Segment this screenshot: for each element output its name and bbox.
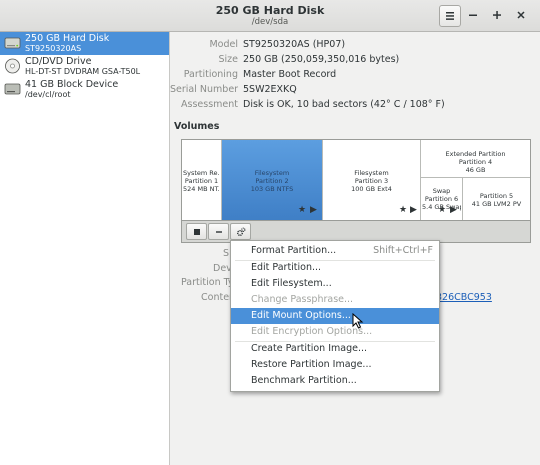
partition-size: 524 MB NT... (183, 185, 220, 193)
drive-model: ST9250320AS (25, 44, 82, 53)
menu-item-benchmark-partition[interactable]: Benchmark Partition... (231, 373, 439, 389)
partitioning-value: Master Boot Record (243, 69, 337, 80)
assessment-value: Disk is OK, 10 bad sectors (42° C / 108°… (243, 99, 445, 110)
partition-size: 46 GB (465, 166, 486, 174)
menu-item-label: Change Passphrase... (251, 294, 354, 305)
more-actions-button[interactable] (230, 223, 251, 240)
minimize-icon[interactable] (462, 5, 484, 27)
partition-type-label: Partition Ty (181, 277, 234, 288)
partition-number: Partition 3 (354, 177, 389, 185)
optical-disc-icon (5, 58, 20, 74)
partition-type: Filesystem (254, 169, 290, 177)
volume-map: System Re... Partition 1 524 MB NT... Fi… (181, 139, 531, 221)
menu-item-label: Edit Filesystem... (251, 278, 332, 289)
partition-2[interactable]: Filesystem Partition 2 103 GB NTFS ★ ▶ (222, 140, 323, 220)
menu-item-label: Benchmark Partition... (251, 375, 357, 386)
menu-item-edit-mount-options[interactable]: Edit Mount Options... (231, 308, 439, 324)
model-value: ST9250320AS (HP07) (243, 39, 346, 50)
hard-disk-icon (4, 37, 21, 49)
play-icon: ▶ (310, 205, 317, 215)
menu-item-label: Edit Mount Options... (251, 310, 351, 321)
mouse-pointer-icon (352, 313, 364, 329)
close-icon[interactable] (510, 5, 532, 27)
menu-item-edit-encryption-options: Edit Encryption Options... (231, 324, 439, 340)
partition-uuid-link[interactable]: 326CBC953 (436, 292, 492, 303)
menu-item-label: Format Partition... (251, 245, 337, 256)
partition-size: 103 GB NTFS (250, 185, 294, 193)
serial-value: 5SW2EXKQ (243, 84, 297, 95)
volumes-heading: Volumes (174, 121, 220, 132)
menu-item-shortcut: Shift+Ctrl+F (373, 245, 433, 256)
partition-number: Partition 2 (255, 177, 289, 185)
drive-name: 41 GB Block Device (25, 79, 119, 90)
menu-item-label: Restore Partition Image... (251, 359, 372, 370)
menu-item-label: Create Partition Image... (251, 343, 368, 354)
menu-item-restore-partition-image[interactable]: Restore Partition Image... (231, 357, 439, 373)
drive-model: HL-DT-ST DVDRAM GSA-T50L (25, 67, 141, 76)
maximize-icon[interactable] (486, 5, 508, 27)
drive-item-block-device[interactable]: 41 GB Block Device /dev/cl/root (0, 78, 169, 101)
partition-number: Partition 1 (184, 177, 219, 185)
partition-size: 41 GB LVM2 PV (471, 200, 522, 208)
minus-icon (215, 231, 222, 233)
play-icon: ▶ (450, 205, 457, 215)
partition-type: Filesystem (354, 169, 389, 177)
title-bar: 250 GB Hard Disk /dev/sda (0, 0, 540, 32)
menu-item-edit-partition[interactable]: Edit Partition... (231, 260, 439, 276)
model-label: Model (209, 39, 238, 50)
partition-3[interactable]: Filesystem Partition 3 100 GB Ext4 ★ ▶ (323, 140, 421, 220)
window-subtitle: /dev/sda (251, 17, 289, 27)
drive-item-cd-dvd[interactable]: CD/DVD Drive HL-DT-ST DVDRAM GSA-T50L (0, 55, 169, 78)
partition-number: Partition 4 (458, 158, 493, 166)
delete-partition-button[interactable] (208, 223, 229, 240)
menu-item-label: Edit Partition... (251, 262, 322, 273)
drive-model: /dev/cl/root (25, 90, 71, 99)
drive-item-hard-disk[interactable]: 250 GB Hard Disk ST9250320AS (0, 32, 169, 55)
window-title: 250 GB Hard Disk (215, 4, 325, 17)
assessment-label: Assessment (181, 99, 238, 110)
partition-5[interactable]: Partition 5 41 GB LVM2 PV (463, 178, 530, 220)
drive-name: 250 GB Hard Disk (25, 33, 110, 44)
drive-name: CD/DVD Drive (25, 56, 92, 67)
partition-contents-label: Conter (201, 292, 233, 303)
partition-4-extended[interactable]: Extended Partition Partition 4 46 GB (421, 140, 530, 178)
mounted-star-icon: ★ (399, 205, 408, 215)
mounted-star-icon: ★ (298, 205, 307, 215)
mounted-star-icon: ★ (438, 205, 447, 215)
partition-context-menu: Format Partition... Shift+Ctrl+F Edit Pa… (230, 240, 440, 392)
partition-type: Swap (432, 187, 451, 195)
block-device-icon (4, 83, 21, 95)
stop-icon (193, 229, 200, 235)
partition-size: 100 GB Ext4 (351, 185, 392, 193)
hamburger-icon[interactable] (439, 5, 461, 27)
drive-list: 250 GB Hard Disk ST9250320AS CD/DVD Driv… (0, 32, 170, 465)
gears-icon (236, 227, 245, 236)
menu-item-create-partition-image[interactable]: Create Partition Image... (231, 341, 439, 357)
partition-size-label: S (223, 248, 230, 259)
serial-label: Serial Number (170, 84, 239, 95)
partition-type: System Re... (183, 169, 220, 177)
stop-button[interactable] (186, 223, 207, 240)
menu-item-edit-filesystem[interactable]: Edit Filesystem... (231, 276, 439, 292)
partitioning-label: Partitioning (183, 69, 238, 80)
partition-6-swap[interactable]: Swap Partition 6 5.4 GB Swap ★ ▶ (421, 178, 463, 220)
partition-number: Partition 5 (479, 192, 514, 200)
partition-1[interactable]: System Re... Partition 1 524 MB NT... (182, 140, 222, 220)
size-value: 250 GB (250,059,350,016 bytes) (243, 54, 400, 65)
partition-type: Extended Partition (445, 150, 506, 158)
size-label: Size (218, 54, 238, 65)
menu-item-change-passphrase: Change Passphrase... (231, 292, 439, 308)
menu-item-format-partition[interactable]: Format Partition... Shift+Ctrl+F (231, 243, 439, 259)
partition-number: Partition 6 (424, 195, 459, 203)
play-icon: ▶ (410, 205, 417, 215)
